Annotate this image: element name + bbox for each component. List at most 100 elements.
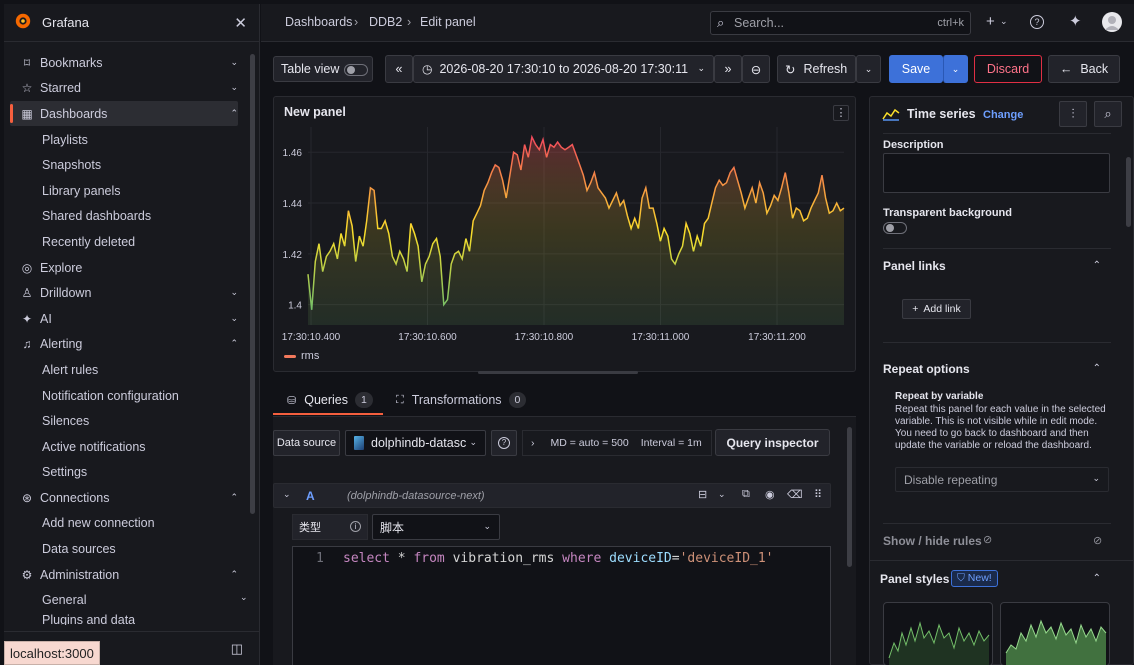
plus-icon[interactable]: + — [986, 13, 995, 30]
sidebar-item-plugins-and-data[interactable]: Plugins and data — [42, 613, 135, 625]
code-editor[interactable]: 1 select * from vibration_rms where devi… — [292, 546, 831, 665]
repeat-options-header[interactable]: Repeat options — [883, 362, 970, 376]
grafana-logo-icon[interactable] — [14, 12, 32, 33]
tab-queries[interactable]: ⛁ Queries 1 — [287, 392, 373, 408]
query-scrollbar[interactable] — [847, 427, 852, 567]
chevron-up-icon[interactable]: ⌃ — [1093, 363, 1101, 374]
close-icon[interactable]: ✕ — [234, 14, 247, 32]
query-options[interactable]: › MD = auto = 500 Interval = 1m — [522, 430, 712, 456]
datasource-label: Data source — [273, 430, 340, 456]
chevron-up-icon[interactable]: ⌃ — [230, 569, 238, 580]
book-icon[interactable]: ⊟ — [698, 488, 707, 501]
sidebar-item-active-notifications[interactable]: Active notifications — [42, 434, 146, 459]
time-range-back-button[interactable]: « — [385, 55, 413, 83]
info-icon[interactable]: i — [350, 521, 361, 532]
sidebar-item-dashboards[interactable]: ▦ Dashboards ⌃ — [10, 101, 238, 126]
chevron-down-icon[interactable]: ⌄ — [283, 489, 291, 500]
chevron-down-icon[interactable]: ⌄ — [230, 287, 238, 298]
repeat-select[interactable]: Disable repeating ⌄ — [895, 467, 1109, 492]
sidebar-item-settings[interactable]: Settings — [42, 459, 87, 484]
avatar[interactable] — [1102, 12, 1122, 32]
sidebar-item-drilldown[interactable]: ♙ Drilldown ⌄ — [10, 280, 238, 305]
time-range-picker[interactable]: ◷ 2026-08-20 17:30:10 to 2026-08-20 17:3… — [413, 55, 714, 83]
chevron-down-icon[interactable]: ⌄ — [230, 57, 238, 68]
sidebar-item-playlists[interactable]: Playlists — [42, 127, 88, 152]
datasource-help-button[interactable]: ? — [491, 430, 517, 456]
legend-label[interactable]: rms — [301, 350, 319, 362]
chevron-up-icon[interactable]: ⌃ — [230, 492, 238, 503]
new-badge-label: New! — [967, 572, 992, 584]
chevron-up-icon[interactable]: ⌃ — [1093, 573, 1101, 584]
dock-sidebar-icon[interactable]: ◫ — [231, 641, 243, 657]
transparent-toggle[interactable] — [883, 222, 907, 234]
show-hide-rules-header[interactable]: Show / hide rules — [883, 534, 982, 548]
chevron-up-icon[interactable]: ⌃ — [230, 108, 238, 119]
sidebar-item-library-panels[interactable]: Library panels — [42, 178, 121, 203]
sidebar-item-starred[interactable]: ☆ Starred ⌄ — [10, 75, 238, 100]
refresh-button[interactable]: ↻ Refresh — [777, 55, 856, 83]
help-icon[interactable]: ? — [1030, 15, 1044, 29]
sidebar-item-alert-rules[interactable]: Alert rules — [42, 357, 98, 382]
options-search-button[interactable]: ⌕ — [1094, 101, 1122, 127]
code-line[interactable]: select * from vibration_rms where device… — [343, 551, 774, 566]
save-button[interactable]: Save — [889, 55, 943, 83]
chevron-down-icon[interactable]: ⌄ — [718, 489, 726, 500]
chevron-up-icon[interactable]: ⌃ — [230, 338, 238, 349]
time-range-forward-button[interactable]: » — [714, 55, 742, 83]
datasource-picker[interactable]: dolphindb-datasc ⌄ — [345, 430, 486, 456]
discard-button[interactable]: Discard — [974, 55, 1042, 83]
change-viz-link[interactable]: Change — [983, 109, 1023, 121]
refresh-interval-dropdown[interactable]: ⌄ — [856, 55, 881, 83]
chevron-down-icon[interactable]: ⌄ — [1000, 16, 1008, 27]
options-scrollbar[interactable] — [1126, 157, 1131, 227]
sparkle-icon[interactable]: ✦ — [1069, 12, 1082, 30]
copy-icon[interactable]: ⧉ — [742, 488, 750, 501]
sidebar-item-general[interactable]: General — [42, 587, 86, 612]
panel-style-option-1[interactable] — [883, 602, 993, 665]
zoom-out-button[interactable]: ⊖ — [742, 55, 770, 83]
sidebar-item-alerting[interactable]: ♫ Alerting ⌃ — [10, 331, 239, 356]
sidebar-item-connections[interactable]: ⊛ Connections ⌃ — [10, 485, 238, 510]
description-textarea[interactable] — [883, 153, 1110, 193]
query-row-letter[interactable]: A — [306, 489, 315, 503]
sidebar-item-shared-dashboards[interactable]: Shared dashboards — [42, 203, 151, 228]
panel-resize-handle[interactable] — [478, 371, 638, 374]
sidebar-item-recently-deleted[interactable]: Recently deleted — [42, 229, 135, 254]
sidebar-scrollbar[interactable] — [250, 54, 255, 514]
toggle-switch[interactable] — [344, 64, 368, 76]
sidebar-item-ai[interactable]: ✦ AI ⌄ — [10, 306, 238, 331]
sidebar-item-administration[interactable]: ⚙ Administration ⌃ — [10, 562, 238, 587]
panel-links-header[interactable]: Panel links — [883, 259, 946, 273]
new-badge: ⛉ New! — [951, 570, 998, 587]
sidebar-item-notification-configuration[interactable]: Notification configuration — [42, 383, 179, 408]
sidebar-item-silences[interactable]: Silences — [42, 408, 89, 433]
chevron-up-icon[interactable]: ⌃ — [1093, 260, 1101, 271]
table-view-toggle[interactable]: Table view — [273, 56, 373, 82]
chevron-down-icon[interactable]: ⌄ — [230, 313, 238, 324]
options-sliders-button[interactable]: ⫶ — [1059, 101, 1087, 127]
trash-icon[interactable]: ⌫ — [787, 488, 803, 501]
panel-style-option-2[interactable] — [1000, 602, 1110, 665]
breadcrumb-dashboards[interactable]: Dashboards — [285, 15, 352, 29]
sidebar-item-add-new-connection[interactable]: Add new connection — [42, 510, 155, 535]
save-options-dropdown[interactable]: ⌄ — [943, 55, 968, 83]
search-input[interactable]: ⌕ Search... ctrl+k — [710, 11, 971, 35]
query-row-header[interactable]: ⌄ A (dolphindb-datasource-next) ⊟ ⌄ ⧉ ◉ … — [273, 483, 831, 508]
eye-icon[interactable]: ◉ — [765, 488, 775, 501]
drag-handle-icon[interactable]: ⠿ — [814, 488, 822, 501]
back-button[interactable]: ← Back — [1048, 55, 1120, 83]
query-inspector-button[interactable]: Query inspector — [715, 429, 830, 456]
sidebar-item-explore[interactable]: ◎ Explore — [10, 255, 238, 280]
panel-styles-header[interactable]: Panel styles — [880, 572, 949, 586]
chevron-down-icon[interactable]: ⌄ — [230, 82, 238, 93]
breadcrumb-ddb2[interactable]: DDB2 — [369, 15, 402, 29]
type-select[interactable]: 脚本 ⌄ — [372, 514, 500, 540]
chevron-down-icon[interactable]: ⌄ — [240, 592, 248, 603]
x-tick-label: 17:30:10.800 — [515, 332, 574, 343]
add-link-button[interactable]: + Add link — [902, 299, 971, 319]
sidebar-item-data-sources[interactable]: Data sources — [42, 536, 116, 561]
tab-transformations[interactable]: ⛶ Transformations 0 — [396, 392, 527, 408]
search-icon: ⌕ — [1104, 106, 1112, 121]
sidebar-item-snapshots[interactable]: Snapshots — [42, 152, 101, 177]
sidebar-item-bookmarks[interactable]: ⌑ Bookmarks ⌄ — [10, 50, 238, 75]
